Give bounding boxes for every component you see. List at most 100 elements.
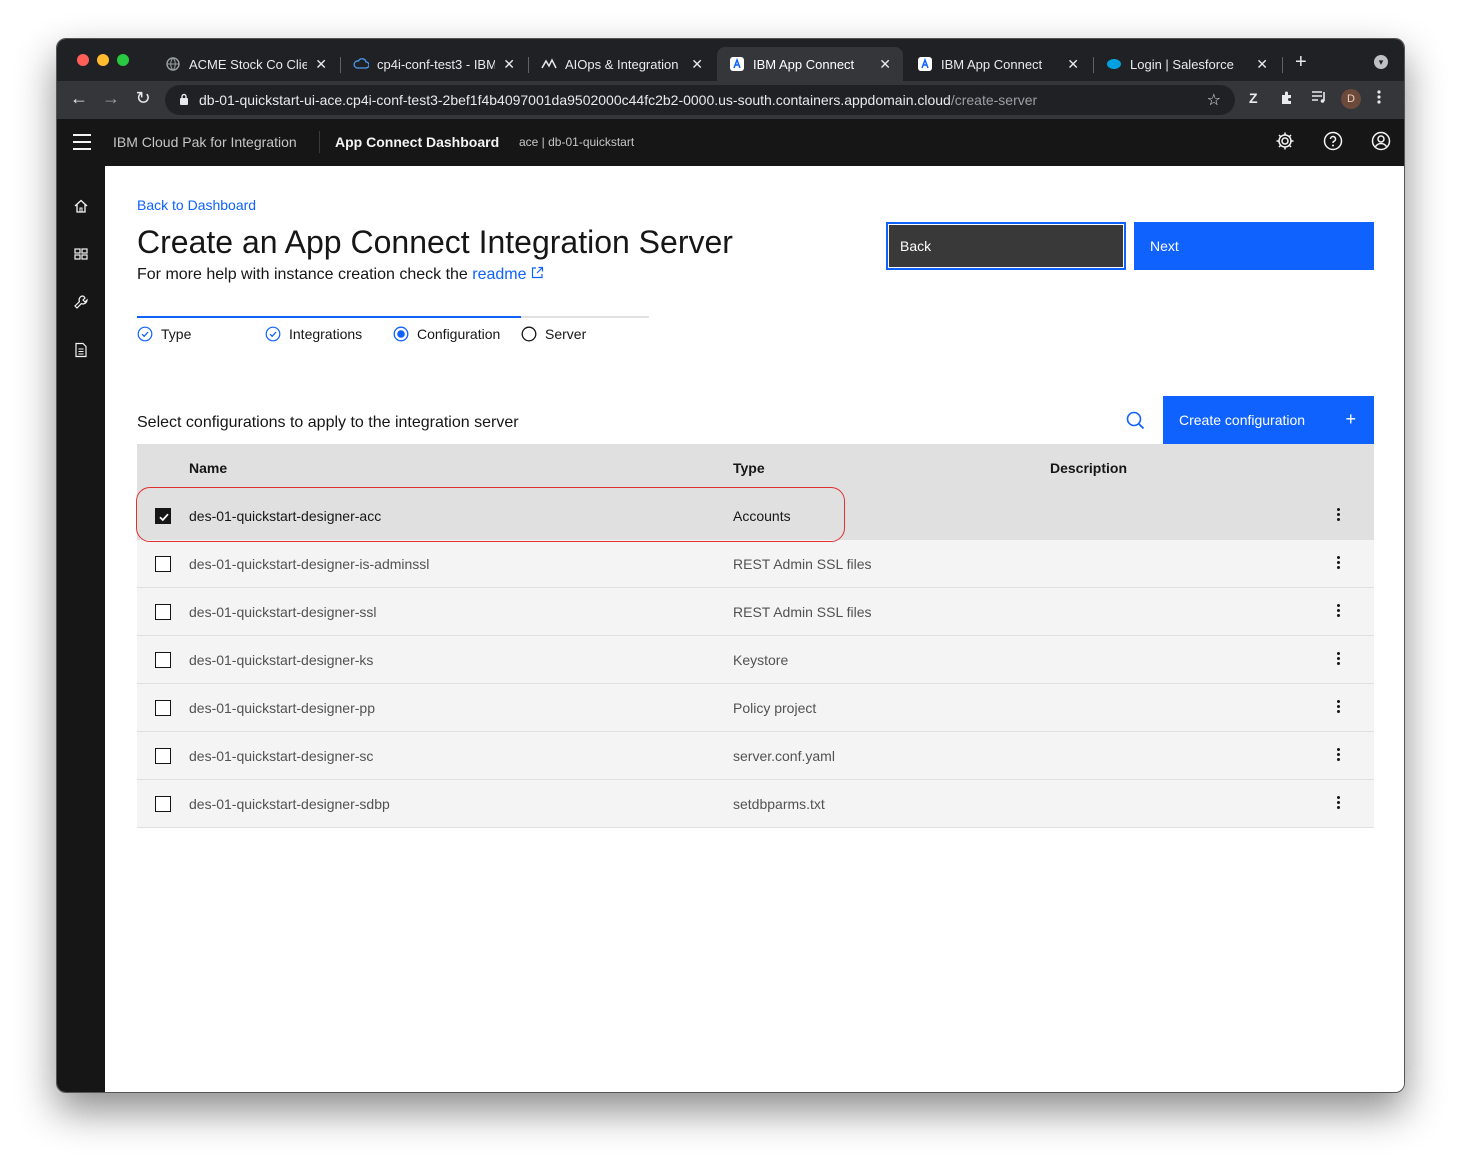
dashboard-icon[interactable] [73, 246, 89, 262]
bookmark-star-icon[interactable]: ☆ [1207, 90, 1221, 110]
column-header-type[interactable]: Type [733, 460, 765, 476]
back-arrow-icon[interactable]: ← [67, 88, 91, 109]
browser-tab-0[interactable]: ACME Stock Co Client ✕ [153, 47, 339, 81]
wrench-icon[interactable] [73, 294, 89, 310]
browser-tab-5[interactable]: Login | Salesforce ✕ [1094, 47, 1280, 81]
tab-search-icon[interactable]: ▾ [1374, 55, 1388, 69]
home-icon[interactable] [73, 198, 89, 214]
new-tab-icon[interactable]: + [1295, 51, 1307, 74]
overflow-menu-icon[interactable] [1333, 794, 1343, 814]
browser-tab-2[interactable]: AIOps & Integration Ex ✕ [529, 47, 715, 81]
product-name[interactable]: IBM Cloud Pak for Integration [113, 134, 297, 150]
table-row[interactable]: des-01-quickstart-designer-sdbp setdbparm… [137, 780, 1374, 828]
minimize-window-button[interactable] [97, 54, 109, 66]
overflow-menu-icon[interactable] [1333, 506, 1343, 526]
cell-name: des-01-quickstart-designer-sc [189, 748, 374, 764]
tab-close-icon[interactable]: ✕ [315, 56, 327, 73]
cell-type: Accounts [733, 508, 791, 524]
back-to-dashboard-link[interactable]: Back to Dashboard [137, 197, 256, 213]
table-row[interactable]: des-01-quickstart-designer-ks Keystore [137, 636, 1374, 684]
step-label: Integrations [289, 326, 363, 342]
hamburger-menu-icon[interactable] [73, 134, 91, 155]
maximize-window-button[interactable] [117, 54, 129, 66]
column-header-description[interactable]: Description [1050, 460, 1127, 476]
overflow-menu-icon[interactable] [1333, 746, 1343, 766]
tab-title: ACME Stock Co Client [189, 56, 308, 72]
cell-name: des-01-quickstart-designer-pp [189, 700, 375, 716]
tab-title: IBM App Connect [941, 56, 1043, 72]
search-icon[interactable] [1115, 404, 1155, 438]
browser-tab-3[interactable]: IBM App Connect ✕ [717, 47, 903, 81]
user-avatar-icon[interactable] [1371, 131, 1393, 153]
tab-title: Login | Salesforce [1130, 56, 1234, 72]
current-step-icon [393, 326, 409, 342]
overflow-menu-icon[interactable] [1333, 650, 1343, 670]
overflow-menu-icon[interactable] [1333, 698, 1343, 718]
extensions-puzzle-icon[interactable] [1279, 90, 1295, 109]
step-integrations[interactable]: Integrations [265, 326, 362, 342]
table-body: des-01-quickstart-designer-acc Accounts de… [137, 492, 1374, 828]
table-row[interactable]: des-01-quickstart-designer-pp Policy proj… [137, 684, 1374, 732]
row-checkbox[interactable] [155, 652, 171, 668]
row-checkbox[interactable] [155, 748, 171, 764]
tab-strip: ACME Stock Co Client ✕ cp4i-conf-test3 -… [57, 39, 1404, 81]
main-content: Back to Dashboard Create an App Connect … [105, 166, 1404, 1092]
cell-type: Policy project [733, 700, 817, 716]
tab-close-icon[interactable]: ✕ [1067, 56, 1079, 73]
step-label: Server [545, 326, 587, 342]
step-configuration[interactable]: Configuration [393, 326, 500, 342]
cell-name: des-01-quickstart-designer-ssl [189, 604, 377, 620]
url-host: db-01-quickstart-ui-ace.cp4i-conf-test3-… [199, 92, 951, 108]
checkmark-circle-icon [137, 326, 153, 342]
page-title: Create an App Connect Integration Server [137, 224, 733, 260]
table-row[interactable]: des-01-quickstart-designer-acc Accounts [137, 492, 1374, 540]
row-checkbox[interactable] [155, 556, 171, 572]
app-connect-icon [917, 56, 933, 72]
reading-list-icon[interactable] [1311, 90, 1327, 107]
configurations-table: Name Type Description des-01-quickstart-… [137, 444, 1374, 828]
forward-arrow-icon[interactable]: → [99, 88, 123, 109]
close-window-button[interactable] [77, 54, 89, 66]
row-checkbox[interactable] [155, 796, 171, 812]
app-name[interactable]: App Connect Dashboard [335, 134, 499, 150]
column-header-name[interactable]: Name [189, 460, 227, 476]
back-button[interactable]: Back [886, 222, 1126, 270]
row-checkbox[interactable] [155, 508, 171, 524]
settings-gear-icon[interactable] [1275, 131, 1297, 153]
document-icon[interactable] [73, 342, 89, 358]
cell-type: server.conf.yaml [733, 748, 835, 764]
plus-icon: + [1345, 409, 1356, 429]
row-checkbox[interactable] [155, 700, 171, 716]
row-checkbox[interactable] [155, 604, 171, 620]
extension-z-icon[interactable]: Z [1249, 90, 1258, 106]
browser-menu-icon[interactable] [1377, 90, 1381, 107]
tab-close-icon[interactable]: ✕ [1256, 56, 1268, 73]
browser-tab-4[interactable]: IBM App Connect ✕ [905, 47, 1091, 81]
tab-title: AIOps & Integration Ex [565, 56, 683, 72]
tab-close-icon[interactable]: ✕ [503, 56, 515, 73]
help-icon[interactable] [1323, 131, 1345, 153]
overflow-menu-icon[interactable] [1333, 554, 1343, 574]
tab-close-icon[interactable]: ✕ [691, 56, 703, 73]
reload-icon[interactable]: ↻ [131, 88, 155, 109]
globe-icon [165, 56, 181, 72]
checkmark-circle-icon [265, 326, 281, 342]
readme-link[interactable]: readme [472, 266, 544, 283]
browser-tab-1[interactable]: cp4i-conf-test3 - IBM ✕ [341, 47, 527, 81]
url-path: /create-server [950, 92, 1038, 108]
step-type[interactable]: Type [137, 326, 191, 342]
tab-close-icon[interactable]: ✕ [879, 56, 891, 73]
tab-title: cp4i-conf-test3 - IBM [377, 56, 496, 72]
step-server[interactable]: Server [521, 326, 586, 342]
address-bar[interactable]: db-01-quickstart-ui-ace.cp4i-conf-test3-… [165, 85, 1235, 115]
table-row[interactable]: des-01-quickstart-designer-ssl REST Admin… [137, 588, 1374, 636]
overflow-menu-icon[interactable] [1333, 602, 1343, 622]
profile-avatar[interactable]: D [1341, 89, 1361, 109]
step-label: Configuration [417, 326, 501, 342]
table-row[interactable]: des-01-quickstart-designer-sc server.conf… [137, 732, 1374, 780]
cell-type: setdbparms.txt [733, 796, 825, 812]
side-nav [57, 166, 105, 1092]
table-row[interactable]: des-01-quickstart-designer-is-adminssl RE… [137, 540, 1374, 588]
create-configuration-button[interactable]: Create configuration + [1163, 396, 1374, 444]
next-button[interactable]: Next [1134, 222, 1374, 270]
